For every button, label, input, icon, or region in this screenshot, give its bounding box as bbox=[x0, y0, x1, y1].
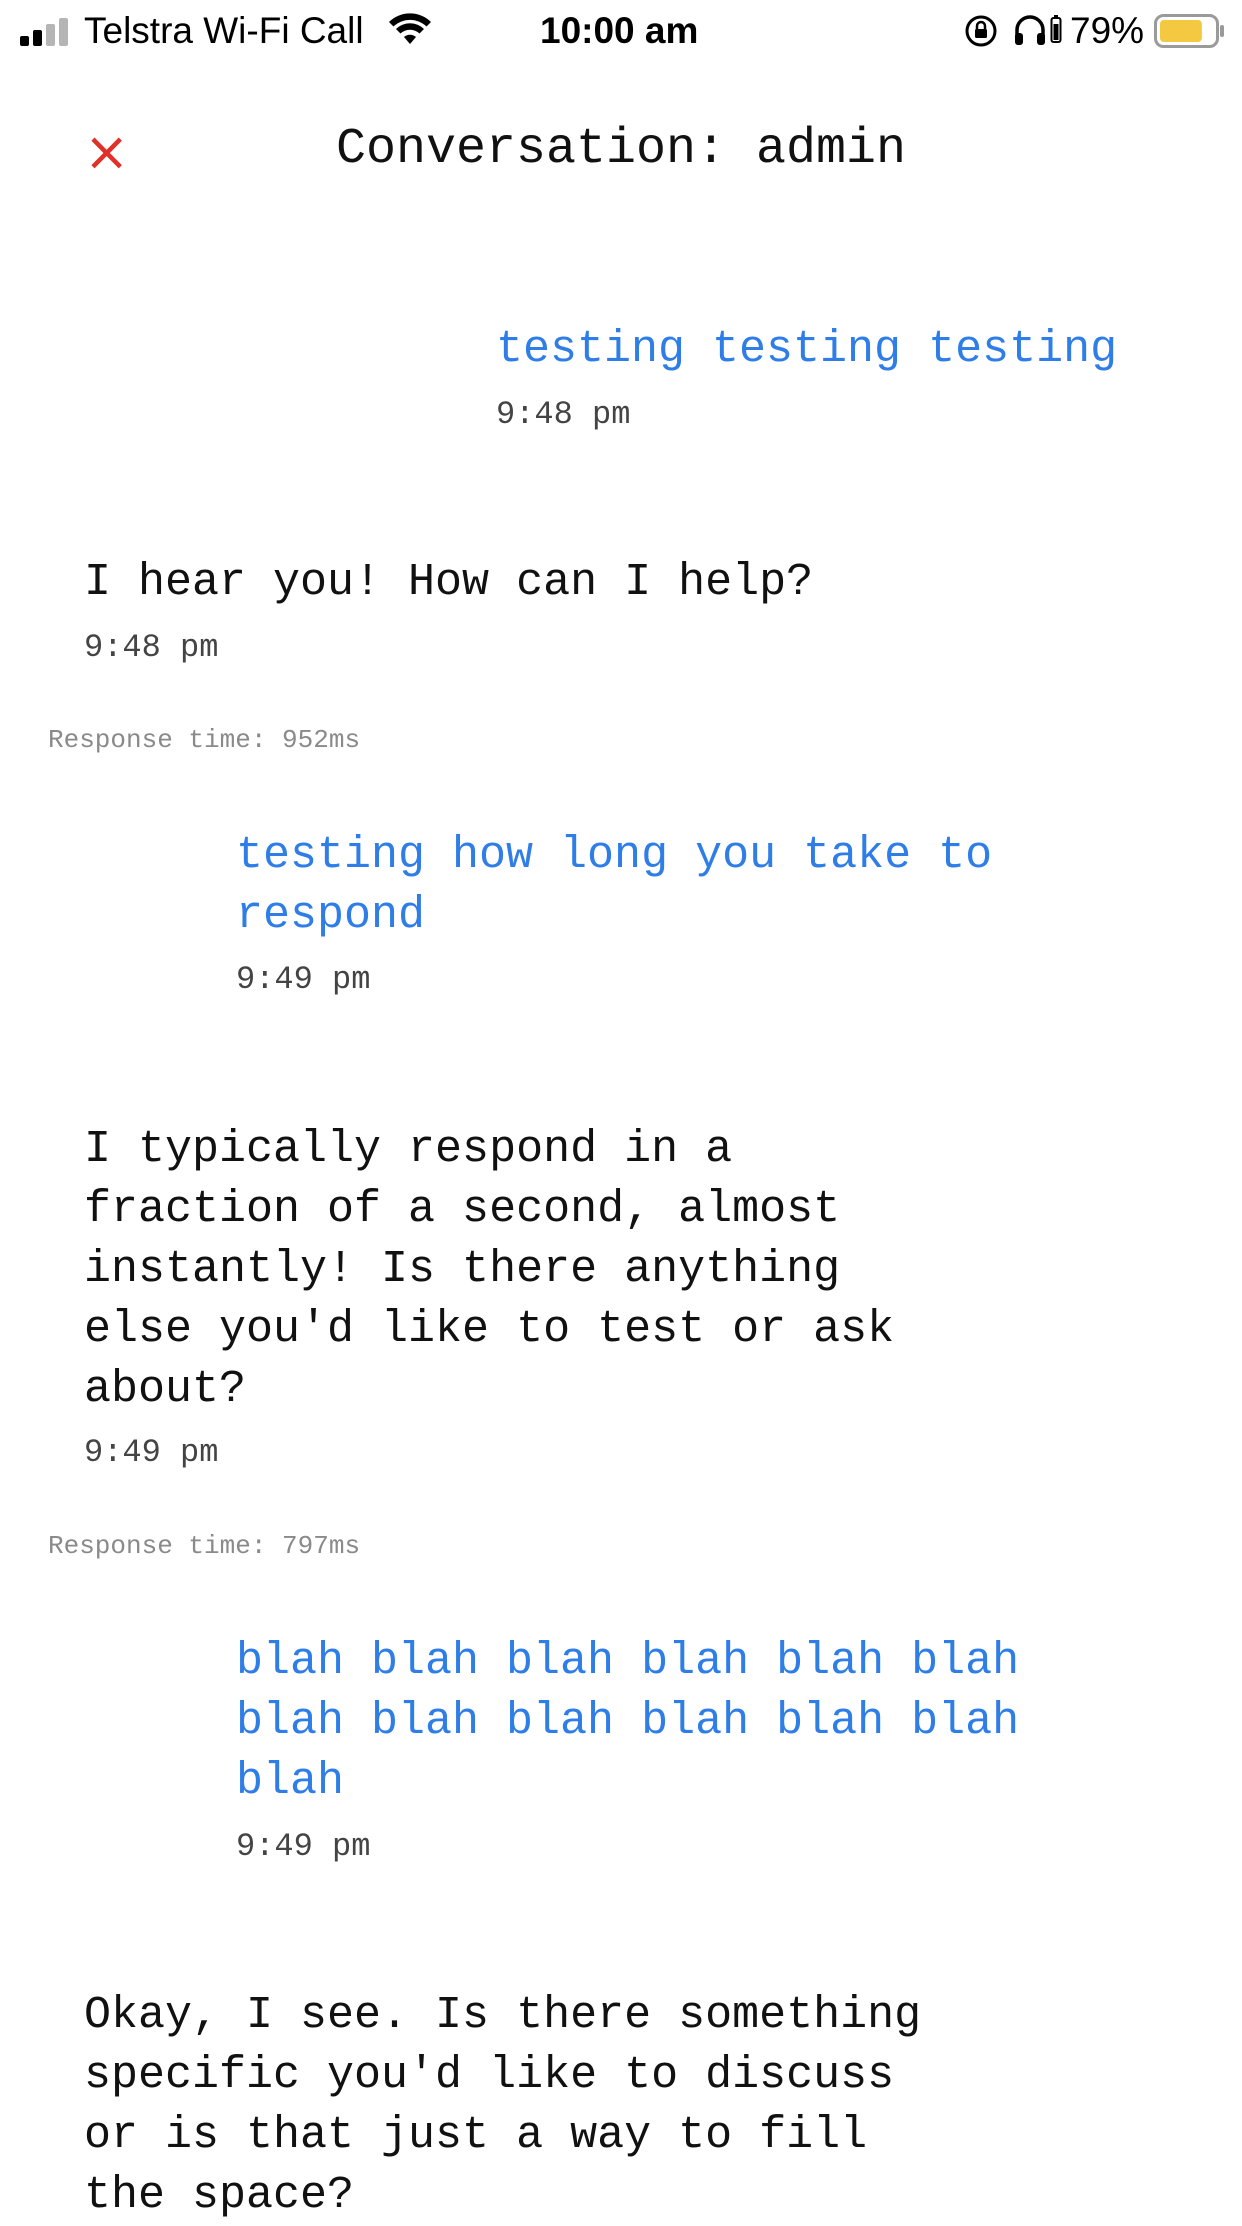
message-timestamp: 9:49 pm bbox=[236, 961, 371, 998]
battery-icon bbox=[1154, 14, 1224, 48]
message-timestamp: 9:49 pm bbox=[236, 1828, 371, 1865]
wifi-icon bbox=[389, 13, 431, 44]
bot-message-text: Okay, I see. Is there something specific… bbox=[84, 1990, 922, 2221]
headphones-icon bbox=[1015, 15, 1045, 45]
user-message-text: testing how long you take to respond bbox=[236, 830, 993, 941]
status-time: 10:00 am bbox=[540, 10, 699, 51]
bot-message-text: I hear you! How can I help? bbox=[84, 557, 814, 608]
user-message-text: blah blah blah blah blah blah blah blah … bbox=[236, 1636, 1020, 1807]
message-timestamp: 9:48 pm bbox=[496, 396, 631, 433]
user-message-text: testing testing testing bbox=[496, 324, 1118, 375]
message-timestamp: 9:49 pm bbox=[84, 1434, 219, 1471]
battery-percent: 79% bbox=[1070, 10, 1145, 51]
signal-icon bbox=[20, 18, 72, 46]
carrier-label: Telstra Wi-Fi Call bbox=[84, 10, 364, 51]
page-title: Conversation: admin bbox=[335, 121, 907, 178]
response-time-label: Response time: 952ms bbox=[48, 725, 361, 755]
orientation-lock-icon bbox=[965, 15, 997, 47]
response-time-label: Response time: 797ms bbox=[48, 1531, 361, 1561]
status-bar: Telstra Wi-Fi Call 10:00 am 79% bbox=[0, 0, 1242, 62]
message-timestamp: 9:48 pm bbox=[84, 629, 219, 666]
headphone-battery-icon bbox=[1050, 15, 1062, 43]
bot-message-text: I typically respond in a fraction of a s… bbox=[84, 1124, 895, 1415]
